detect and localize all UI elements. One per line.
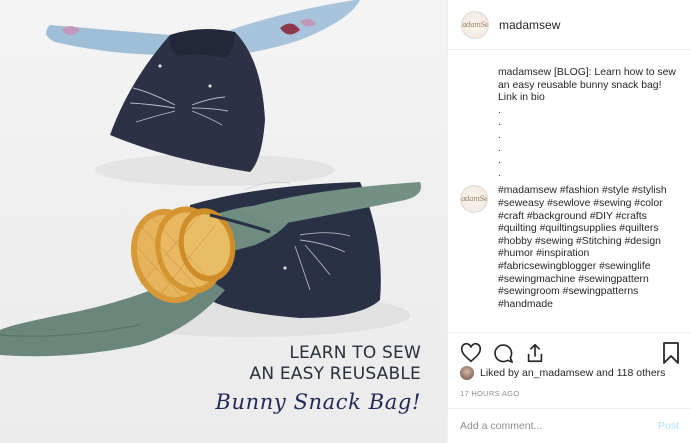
post-side-panel: MadamSew madamsew madamsew [BLOG]: Learn… [447,0,691,443]
liker-avatar [460,366,474,380]
caption-line: madamsew [BLOG]: Learn how to sew an eas… [498,67,676,91]
likes-text: Liked by an_madamsew and 118 others [480,367,666,379]
photo-caption: LEARN TO SEW AN EASY REUSABLE Bunny Snac… [215,343,421,417]
comment-icon[interactable] [492,342,514,364]
caption-line-1: LEARN TO SEW [289,343,421,363]
hashtag-list[interactable]: #madamsew #fashion #style #stylish #sewe… [498,185,681,311]
caption-line-2: AN EASY REUSABLE [249,364,421,384]
comments-section[interactable]: madamsew [BLOG]: Learn how to sew an eas… [448,51,691,332]
hashtag-comment: MadamSew #madamsew #fashion #style #styl… [460,185,681,311]
post-photo[interactable]: LEARN TO SEW AN EASY REUSABLE Bunny Snac… [0,0,447,443]
commenter-avatar[interactable]: MadamSew [460,185,488,214]
profile-username[interactable]: madamsew [499,18,560,32]
bookmark-icon[interactable] [661,342,681,364]
share-icon[interactable] [524,342,546,364]
caption-comment: madamsew [BLOG]: Learn how to sew an eas… [460,67,681,180]
likes-summary[interactable]: Liked by an_madamsew and 118 others [460,366,665,380]
post-button[interactable]: Post [658,420,679,432]
comment-input[interactable] [460,420,658,432]
caption-line: Link in bio [498,92,545,104]
caption-line-3: Bunny Snack Bag! [215,390,421,414]
avatar-logo-text: MadamSew [461,195,488,204]
caption-dots: . . . . . . [498,104,501,179]
post-timestamp[interactable]: 17 HOURS AGO [460,389,519,398]
avatar-logo-text: MadamSew [462,20,489,29]
add-comment-bar: Post [448,408,691,443]
post-header: MadamSew madamsew [448,0,691,50]
heart-icon[interactable] [460,342,482,364]
caption-text: madamsew [BLOG]: Learn how to sew an eas… [498,67,681,180]
profile-avatar[interactable]: MadamSew [461,10,489,39]
